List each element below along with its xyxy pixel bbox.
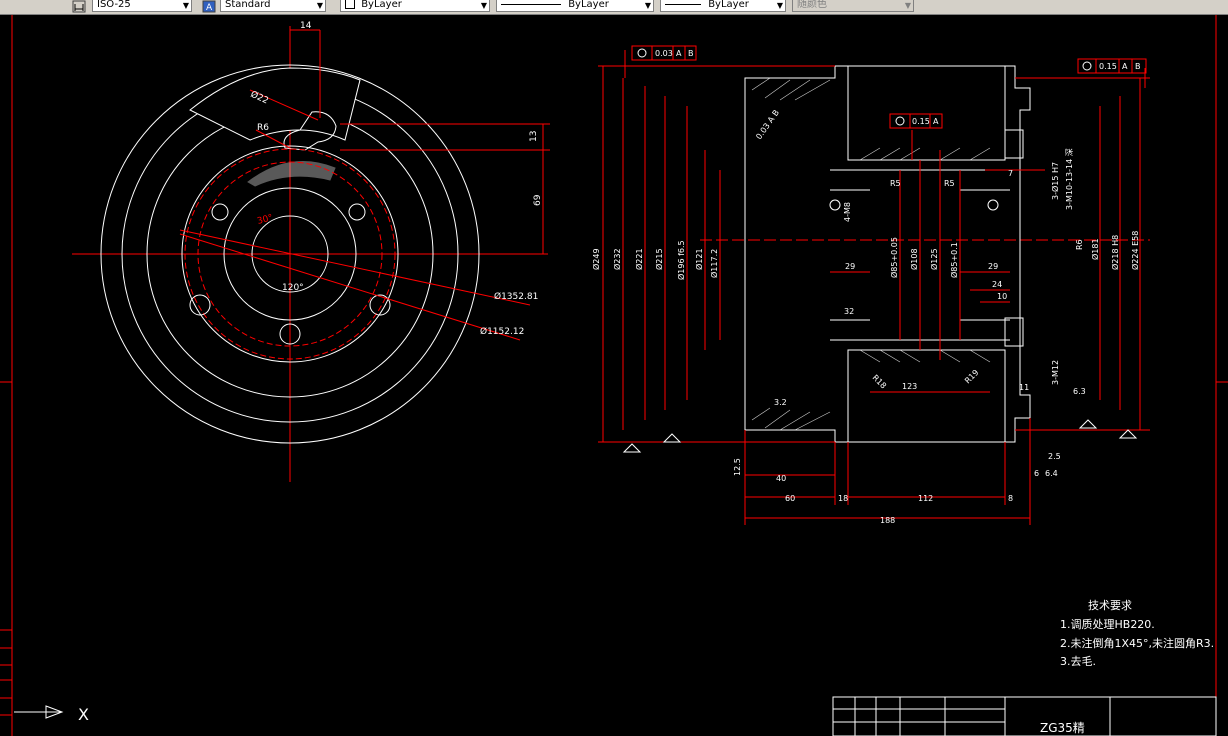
dim-69-text: 69 xyxy=(533,194,543,206)
linetype-line-icon xyxy=(501,3,561,5)
dim-32-text: 32 xyxy=(844,307,854,316)
dim-24-text: 24 xyxy=(992,280,1002,289)
dim-18-text: 18 xyxy=(838,494,848,503)
bore-125-text: Ø125 xyxy=(929,248,939,270)
lineweight-line-icon xyxy=(665,3,701,5)
tol-top-left-datum2: B xyxy=(688,49,694,58)
tol-top-right-datum2: B xyxy=(1135,62,1141,71)
textstyle-value: Standard xyxy=(225,0,271,10)
chevron-down-icon: ▼ xyxy=(182,1,189,10)
dimstyle-icon xyxy=(72,0,86,13)
thread-left-text: 4-M8 xyxy=(843,202,852,222)
tol-mid-datum: A xyxy=(933,117,939,126)
notes-title: 技术要求 xyxy=(1088,599,1132,612)
dimstyle-select[interactable]: ISO-25 ▼ xyxy=(92,0,192,12)
dia-181-text: Ø181 xyxy=(1090,238,1100,260)
dia-1152-text: Ø1152.12 xyxy=(480,326,524,337)
dim-6-text: 6 xyxy=(1034,469,1039,478)
material-label: ZG35精 xyxy=(1040,721,1085,735)
lineweight-value: ByLayer xyxy=(708,0,749,10)
dim-60-text: 60 xyxy=(785,494,795,503)
dia-215-text: Ø215 xyxy=(654,248,664,270)
dim-r6-text: R6 xyxy=(257,123,269,133)
thread-right-text: 3-M12 xyxy=(1051,360,1060,385)
linetype-select[interactable]: ByLayer ▼ xyxy=(496,0,654,12)
notes-line-1: 1.调质处理HB220. xyxy=(1060,618,1155,631)
dia-117-text: Ø117.2 xyxy=(709,249,719,278)
thread-top2-text: 3-M10-13-14 深 xyxy=(1065,148,1074,210)
dim-123-text: 123 xyxy=(902,382,917,391)
dim-2-5-text: 2.5 xyxy=(1048,452,1061,461)
dia-196-text: Ø196 f6.5 xyxy=(676,240,686,280)
lineweight-select[interactable]: ByLayer ▼ xyxy=(660,0,786,12)
dia-249-text: Ø249 xyxy=(591,248,601,270)
dim-29-left-text: 29 xyxy=(845,262,855,271)
dia-218-text: Ø218 H8 xyxy=(1110,235,1120,270)
drawing-canvas[interactable]: 14 Ø22 R6 13 69 30° 120° Ø1352.81 Ø1152.… xyxy=(0,15,1228,736)
chevron-down-icon: ▼ xyxy=(316,1,323,10)
chevron-down-icon: ▼ xyxy=(904,1,911,10)
tol-mid-value: 0.15 xyxy=(912,117,930,126)
bore-85b-text: Ø85+0.1 xyxy=(949,242,959,278)
rough-3-2-text: 3.2 xyxy=(774,398,787,407)
tol-top-right-datum1: A xyxy=(1122,62,1128,71)
rough-12-5-text: 12.5 xyxy=(733,458,742,476)
chevron-down-icon: ▼ xyxy=(480,1,487,10)
ucs-x-label: X xyxy=(78,705,89,724)
layer-value: ByLayer xyxy=(361,0,402,10)
properties-toolbar: ISO-25 ▼ A Standard ▼ ByLayer ▼ ByLayer … xyxy=(0,0,1228,15)
rough-6-3-text: 6.3 xyxy=(1073,387,1086,396)
tol-top-right-value: 0.15 xyxy=(1099,62,1117,71)
bore-108-text: Ø108 xyxy=(909,248,919,270)
dia-121-text: Ø121 xyxy=(694,248,704,270)
dim-29-right-text: 29 xyxy=(988,262,998,271)
notes-line-3: 3.去毛. xyxy=(1060,655,1096,668)
angle-120-text: 120° xyxy=(282,283,304,293)
textstyle-select[interactable]: Standard ▼ xyxy=(220,0,326,12)
linetype-value: ByLayer xyxy=(568,0,609,10)
plotstyle-value: 随颜色 xyxy=(797,0,827,10)
color-swatch-icon xyxy=(345,0,355,9)
r6-right-text: R6 xyxy=(1075,239,1084,250)
dia-224-text: Ø224 E58 xyxy=(1130,231,1140,270)
tol-top-left-value: 0.03 xyxy=(655,49,673,58)
svg-text:A: A xyxy=(206,3,213,13)
dia-232-text: Ø232 xyxy=(612,248,622,270)
chevron-down-icon: ▼ xyxy=(644,1,651,10)
notes-line-2: 2.未注倒角1X45°,未注圆角R3. xyxy=(1060,636,1214,650)
dia-221-text: Ø221 xyxy=(634,248,644,270)
dia-1352-text: Ø1352.81 xyxy=(494,291,538,302)
dim-188-text: 188 xyxy=(880,516,895,525)
dimstyle-value: ISO-25 xyxy=(97,0,131,10)
r5-right-text: R5 xyxy=(944,179,955,188)
plotstyle-select[interactable]: 随颜色 ▼ xyxy=(792,0,914,12)
tol-top-left-datum1: A xyxy=(676,49,682,58)
chevron-down-icon: ▼ xyxy=(776,1,783,10)
dim-11-text: 11 xyxy=(1019,383,1029,392)
dim-8-text: 8 xyxy=(1008,494,1013,503)
dim-40-text: 40 xyxy=(776,474,786,483)
layer-select[interactable]: ByLayer ▼ xyxy=(340,0,490,12)
textstyle-icon: A xyxy=(202,0,216,13)
dim-6-4-text: 6.4 xyxy=(1045,469,1058,478)
dim-112-text: 112 xyxy=(918,494,933,503)
dim-7-text: 7 xyxy=(1008,169,1013,178)
thread-top-text: 3-Ø15 H7 xyxy=(1050,162,1060,200)
dim-14-text: 14 xyxy=(300,21,312,31)
r5-left-text: R5 xyxy=(890,179,901,188)
dim-13-text: 13 xyxy=(529,131,539,142)
dim-10-text: 10 xyxy=(997,292,1007,301)
bore-85a-text: Ø85+0.05 xyxy=(889,237,899,278)
